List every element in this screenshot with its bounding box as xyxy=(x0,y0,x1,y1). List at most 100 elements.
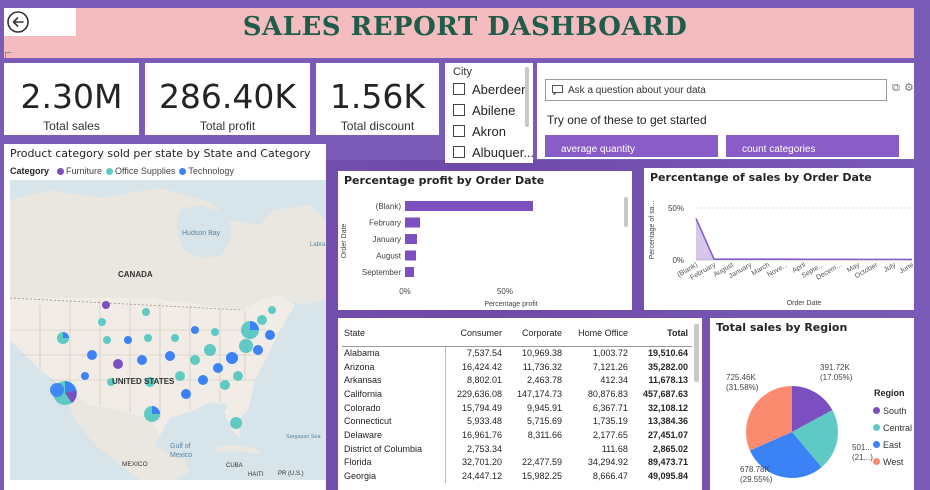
table-cell: 147,174.73 xyxy=(517,388,563,399)
table-cell: 32,108.12 xyxy=(647,402,688,413)
table-cell: 15,982.25 xyxy=(522,471,563,482)
table-row[interactable]: District of Columbia 2,753.34 111.68 2,865.… xyxy=(342,441,692,456)
table-cell: 5,933.48 xyxy=(467,416,503,427)
copy-icon[interactable]: ⧉ xyxy=(892,81,900,95)
legend-item[interactable]: East xyxy=(873,436,912,453)
pie-data-label: 678.78K xyxy=(740,465,770,474)
legend-item[interactable]: West xyxy=(873,453,912,470)
table-cell: 11,678.13 xyxy=(648,375,688,386)
sales-area-chart[interactable]: Percentange of sales by Order Date 50% 0%… xyxy=(644,168,914,310)
column-header[interactable]: Corporate xyxy=(506,320,567,347)
visual-title: Product category sold per state by State… xyxy=(10,147,311,160)
table-cell: 15,794.49 xyxy=(462,402,503,413)
map-visual[interactable]: Product category sold per state by State… xyxy=(4,144,326,490)
table-cell: 13,384.36 xyxy=(647,416,688,427)
map-label: CANADA xyxy=(118,270,153,279)
table-cell: 8,802.01 xyxy=(467,375,503,386)
table-row[interactable]: Georgia 24,447.12 15,982.25 8,666.47 49,095.… xyxy=(342,469,692,483)
x-tick-label: July xyxy=(883,261,898,274)
table-cell: 11,736.32 xyxy=(522,361,563,372)
legend-title: Region xyxy=(874,388,905,398)
table-row[interactable]: Connecticut 5,933.48 5,715.69 1,735.19 13,38… xyxy=(342,414,692,429)
qa-suggestion-chip[interactable]: count categories xyxy=(726,135,899,157)
column-header[interactable]: Total xyxy=(631,320,692,347)
checkbox[interactable] xyxy=(453,125,465,137)
table-cell: 89,473.71 xyxy=(647,457,688,468)
column-header[interactable]: Home Office xyxy=(566,320,632,347)
table-row[interactable]: Florida 32,701.20 22,477.59 34,294.92 89,473… xyxy=(342,455,692,470)
qa-visual[interactable]: Ask a question about your data ⧉ ⚙ Try o… xyxy=(537,63,914,159)
table-row[interactable]: Delaware 16,961.76 8,311.66 2,177.65 27,451.… xyxy=(342,428,692,442)
slicer-item[interactable]: Akron xyxy=(453,123,506,139)
table-cell: 6,367.71 xyxy=(592,402,628,413)
legend-dot xyxy=(873,441,880,448)
profit-bar-chart[interactable]: Percentage profit by Order Date (Blank) F… xyxy=(338,171,632,310)
table-cell: 16,424.42 xyxy=(462,361,503,372)
table-row[interactable]: Arkansas 8,802.01 2,463.78 412.34 11,678.13 xyxy=(342,373,692,388)
legend-item: Office Supplies xyxy=(115,166,176,176)
kpi-card-total-discount[interactable]: 1.56K Total discount xyxy=(316,63,439,135)
checkbox[interactable] xyxy=(453,83,465,95)
pie-legend: South Central East West xyxy=(873,402,912,470)
table-cell: 34,294.92 xyxy=(587,457,628,468)
table-row[interactable]: Arizona 16,424.42 11,736.32 7,121.26 35,282.… xyxy=(342,359,692,374)
settings-icon[interactable]: ⚙ xyxy=(904,81,914,94)
category-tick-label: February xyxy=(369,219,401,228)
legend-dot xyxy=(873,407,880,414)
qa-suggestion-chip[interactable]: average quantity xyxy=(545,135,718,157)
scrollbar[interactable] xyxy=(624,197,628,227)
table-row[interactable]: California 229,636.08 147,174.73 80,876.83 4… xyxy=(342,387,692,401)
legend-dot xyxy=(873,424,880,431)
slicer-item[interactable]: Albuquer... xyxy=(453,144,533,160)
table-cell: 32,701.20 xyxy=(462,457,503,468)
y-tick-label: 50% xyxy=(668,204,684,213)
map-label: Gulf of Mexico xyxy=(170,443,193,459)
table-cell: 24,447.12 xyxy=(462,471,503,482)
x-tick-label: June xyxy=(898,262,914,276)
table-cell: 19,510.64 xyxy=(647,348,688,359)
table-row[interactable]: Colorado 15,794.49 9,945.91 6,367.71 32,108.… xyxy=(342,400,692,415)
bar xyxy=(405,250,416,261)
x-tick-label: 0% xyxy=(399,287,411,296)
legend-dot xyxy=(57,167,65,175)
scrollbar[interactable] xyxy=(525,67,529,127)
state-segment-matrix[interactable]: State Consumer Corporate Home Office Tot… xyxy=(338,318,702,490)
legend-item[interactable]: Central xyxy=(873,419,912,436)
row-header-cell: Connecticut xyxy=(342,414,446,429)
back-arrow-icon[interactable] xyxy=(6,10,30,34)
category-tick-label: September xyxy=(362,268,401,277)
map-svg xyxy=(10,188,326,480)
map-label: CUBA xyxy=(226,463,243,469)
column-header[interactable]: State xyxy=(342,320,446,347)
category-tick-label: (Blank) xyxy=(376,202,402,211)
table-cell: 35,282.00 xyxy=(647,361,688,372)
pie-data-label: 725.46K xyxy=(726,373,756,382)
table-cell: 22,477.59 xyxy=(522,457,563,468)
scrollbar[interactable] xyxy=(694,324,699,382)
table-cell: 9,945.91 xyxy=(527,402,563,413)
table-cell: 80,876.83 xyxy=(587,388,628,399)
slicer-item[interactable]: Abilene xyxy=(453,102,515,118)
qa-input[interactable]: Ask a question about your data xyxy=(545,79,887,101)
table-cell: 412.34 xyxy=(600,375,628,386)
checkbox[interactable] xyxy=(453,104,465,116)
table-row[interactable]: Alabama 7,537.54 10,969.38 1,003.72 19,510.6… xyxy=(342,346,692,360)
row-header-cell: District of Columbia xyxy=(342,441,446,456)
corner-marker xyxy=(5,52,11,58)
kpi-card-total-profit[interactable]: 286.40K Total profit xyxy=(145,63,310,135)
slicer-item[interactable]: Aberdeen xyxy=(453,81,528,97)
map-canvas[interactable]: Hudson Bay CANADA Labra UNITED STATES Gu… xyxy=(10,180,326,480)
checkbox[interactable] xyxy=(453,146,465,158)
pie-data-label: (17.05%) xyxy=(820,373,853,382)
city-slicer[interactable]: City Aberdeen Abilene Akron Albuquer... xyxy=(445,63,533,163)
row-header-cell: Georgia xyxy=(342,469,446,483)
column-header[interactable]: Consumer xyxy=(445,320,507,347)
kpi-card-total-sales[interactable]: 2.30M Total sales xyxy=(4,63,139,135)
table-cell: 16,961.76 xyxy=(462,429,503,440)
area-fill xyxy=(696,218,912,260)
legend-item[interactable]: South xyxy=(873,402,912,419)
qa-suggestion-heading: Try one of these to get started xyxy=(547,113,707,127)
map-label: MEXICO xyxy=(122,461,148,468)
bar xyxy=(405,234,417,244)
region-pie-chart[interactable]: Total sales by Region 391.72K (17.05%) 501… xyxy=(710,318,914,490)
